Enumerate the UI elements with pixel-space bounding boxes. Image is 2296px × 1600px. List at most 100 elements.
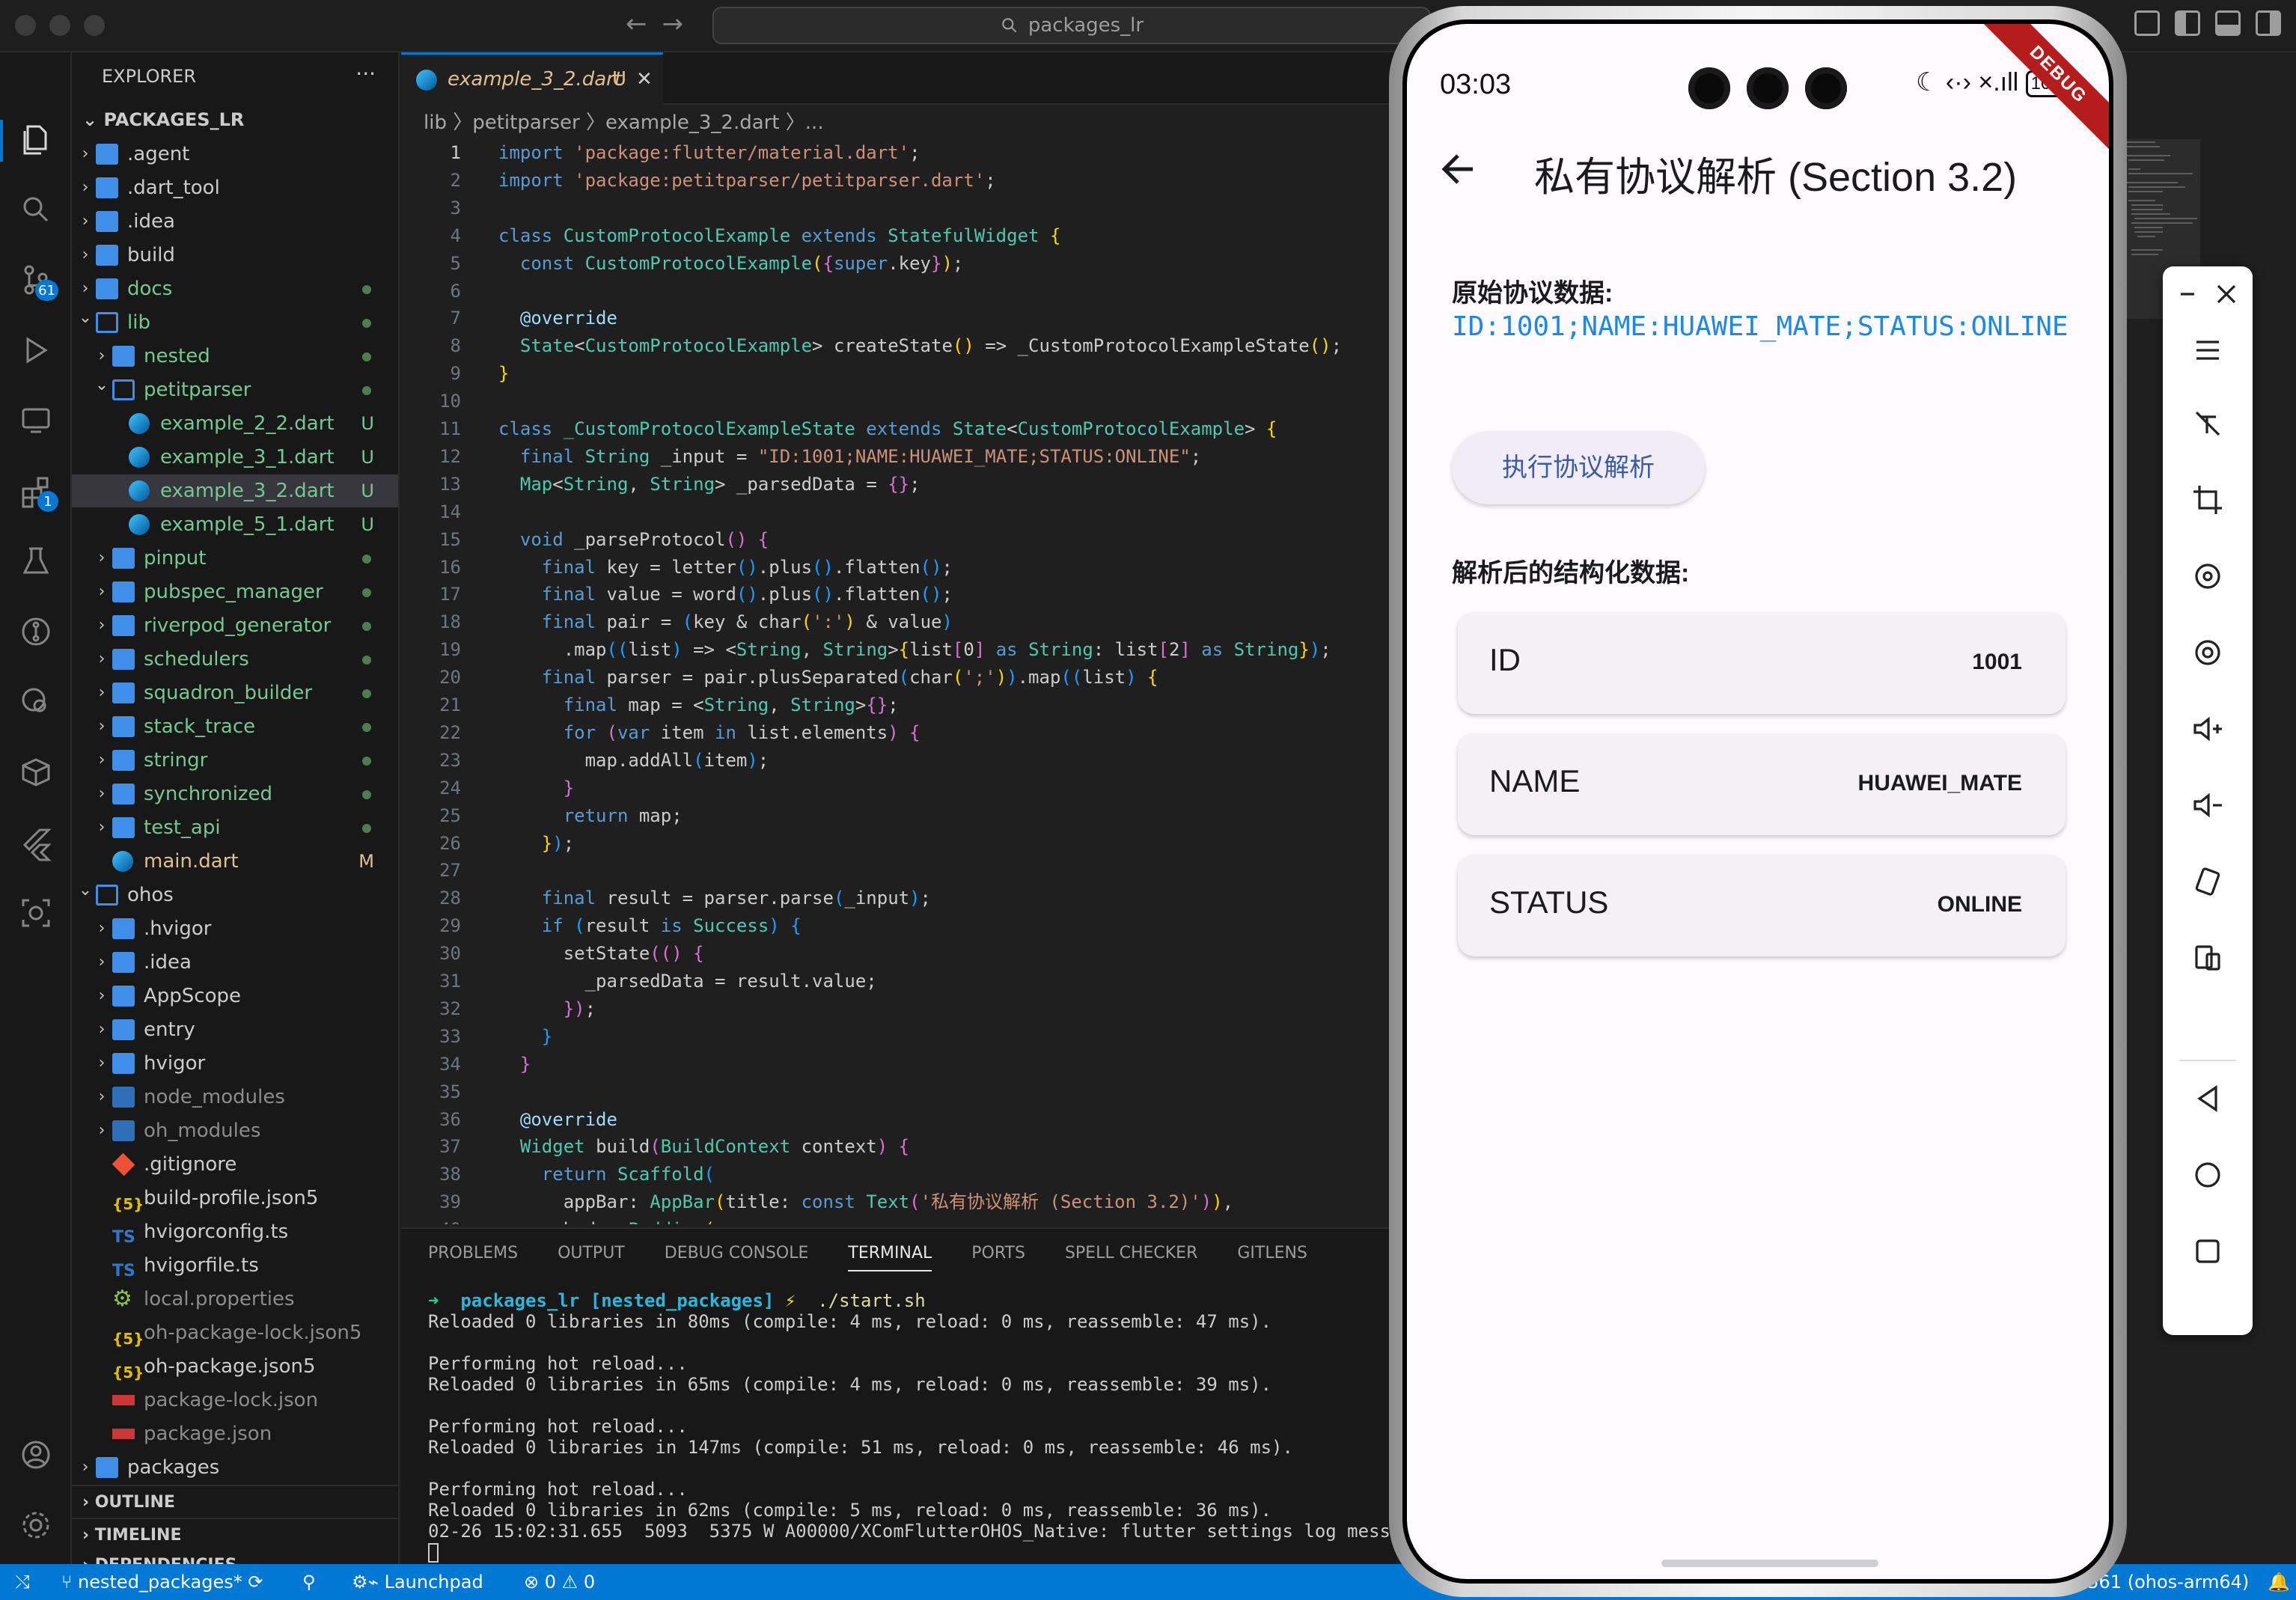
tree-item[interactable]: › stringr [72,744,398,777]
tree-item[interactable]: › riverpod_generator [72,609,398,642]
search-activity-icon[interactable] [15,189,57,230]
data-row-card[interactable]: ID 1001 [1458,612,2066,714]
code-line[interactable]: 18 final pair = (key & char(':') & value… [401,608,1396,635]
close-window-button[interactable] [15,15,36,36]
tab-terminal[interactable]: TERMINAL [848,1244,932,1271]
code-line[interactable]: 31 _parsedData = result.value; [401,968,1396,995]
tree-item[interactable]: ⌄ ohos [72,879,398,912]
tree-item[interactable]: package-lock.json [72,1384,398,1417]
explorer-more-button[interactable]: ··· [355,61,376,86]
run-debug-icon[interactable] [15,329,57,371]
code-line[interactable]: 20 final parser = pair.plusSeparated(cha… [401,664,1396,691]
rotate-icon[interactable] [2185,554,2230,599]
tree-item[interactable]: › pubspec_manager [72,575,398,608]
code-line[interactable]: 9} [401,360,1396,387]
tree-item[interactable]: ⌄ petitparser [72,373,398,406]
code-line[interactable]: 6 [401,278,1396,305]
tree-item[interactable]: example_3_2.dart U [72,474,398,507]
tree-item[interactable]: › entry [72,1013,398,1046]
data-row-card[interactable]: STATUS ONLINE [1458,855,2066,956]
code-line[interactable]: 16 final key = letter().plus().flatten()… [401,554,1396,581]
code-line[interactable]: 13 Map<String, String> _parsedData = {}; [401,471,1396,498]
tree-item[interactable]: › build [72,239,398,272]
tree-item[interactable]: › packages [72,1451,398,1484]
tree-item[interactable]: › nested [72,340,398,373]
record-icon[interactable] [2185,630,2230,675]
tree-item[interactable]: › schedulers [72,643,398,676]
crop-screenshot-icon[interactable] [2185,477,2230,522]
code-editor[interactable]: 1 import 'package:flutter/material.dart';… [401,139,1396,1224]
code-line[interactable]: 33 } [401,1023,1396,1050]
code-line[interactable]: 12 final String _input = "ID:1001;NAME:H… [401,443,1396,470]
package-box-icon[interactable] [15,751,57,793]
launchpad-status[interactable]: ⚙⌁ Launchpad [352,1564,483,1600]
toggle-sidebar-icon[interactable] [2175,10,2200,36]
tree-item[interactable]: example_2_2.dart U [72,407,398,440]
tree-item[interactable]: › .dart_tool [72,171,398,204]
code-line[interactable]: 39 appBar: AppBar(title: const Text('私有协… [401,1188,1396,1215]
tree-item[interactable]: package.json [72,1417,398,1450]
tree-item[interactable]: › .hvigor [72,912,398,945]
touch-off-icon[interactable] [2185,401,2230,446]
code-line[interactable]: 19 .map((list) => <String, String>{list[… [401,636,1396,663]
back-nav-icon[interactable] [2185,1076,2230,1121]
notifications-bell-icon[interactable]: 🔔 [2268,1564,2290,1600]
code-line[interactable]: 3 [401,195,1396,222]
code-line[interactable]: 27 [401,857,1396,884]
tab-problems[interactable]: PROBLEMS [428,1244,518,1270]
tree-item[interactable]: › .idea [72,205,398,238]
tab-example-3-2[interactable]: example_3_2.dart U ✕ [401,52,663,105]
back-arrow-icon[interactable]: ← [626,9,662,39]
source-control-icon[interactable]: 61 [15,259,58,301]
recents-nav-icon[interactable] [2185,1229,2230,1274]
code-line[interactable]: 7 @override [401,305,1396,332]
customize-layout-icon[interactable] [2134,10,2160,36]
command-center-search[interactable]: packages_lr [712,7,1431,44]
close-emulator-icon[interactable] [2208,275,2245,313]
tab-output[interactable]: OUTPUT [558,1244,625,1270]
tree-item[interactable]: › .idea [72,946,398,979]
tree-item[interactable]: main.dart M [72,845,398,878]
flutter-icon[interactable] [15,822,57,864]
tree-item[interactable]: TS hvigorfile.ts [72,1249,398,1282]
volume-down-icon[interactable] [2185,783,2230,828]
fold-device-icon[interactable] [2185,935,2230,980]
tree-item[interactable]: › AppScope [72,980,398,1013]
code-line[interactable]: 35 [401,1078,1396,1105]
code-line[interactable]: 1 import 'package:flutter/material.dart'; [401,139,1396,166]
code-line[interactable]: 10 [401,388,1396,415]
code-line[interactable]: 17 final value = word().plus().flatten()… [401,581,1396,608]
gitlens-icon[interactable] [15,611,57,653]
code-line[interactable]: 30 setState(() { [401,940,1396,967]
tree-item[interactable]: › test_api [72,811,398,844]
gitlens-inspect-icon[interactable] [15,681,57,723]
home-nav-icon[interactable] [2185,1152,2230,1197]
extensions-icon[interactable]: 1 [15,470,58,512]
code-line[interactable]: 5 const CustomProtocolExample({super.key… [401,250,1396,277]
code-line[interactable]: 8 State<CustomProtocolExample> createSta… [401,332,1396,359]
volume-up-icon[interactable] [2185,706,2230,751]
timeline-section[interactable]: › TIMELINE [72,1518,398,1551]
tree-item[interactable]: › squadron_builder [72,677,398,709]
tab-debug-console[interactable]: DEBUG CONSOLE [665,1244,809,1270]
minimize-window-button[interactable] [49,15,70,36]
explorer-files-icon[interactable] [15,118,57,160]
tree-item[interactable]: › node_modules [72,1081,398,1114]
outline-section[interactable]: › OUTLINE [72,1485,398,1518]
terminal-output[interactable]: ➜ packages_lr [nested_packages] ⚡ ./star… [428,1290,1423,1567]
code-line[interactable]: 37 Widget build(BuildContext context) { [401,1133,1396,1160]
close-tab-icon[interactable]: ✕ [636,55,653,104]
project-root-header[interactable]: ⌄ PACKAGES_LR [82,109,244,130]
minimize-emulator-icon[interactable] [2169,275,2206,313]
tab-spell-checker[interactable]: SPELL CHECKER [1065,1244,1197,1270]
maximize-window-button[interactable] [84,15,105,36]
tree-item[interactable]: ⚙ local.properties [72,1283,398,1316]
code-line[interactable]: 36 @override [401,1106,1396,1133]
tree-item[interactable]: › .agent [72,138,398,171]
dependencies-section[interactable]: › DEPENDENCIES [72,1549,398,1564]
code-line[interactable]: 29 if (result is Success) { [401,912,1396,939]
tree-item[interactable]: › hvigor [72,1047,398,1080]
publish-icon[interactable]: ⚲ [302,1564,316,1600]
scan-inspect-icon[interactable] [15,892,57,934]
tree-item[interactable]: › oh_modules [72,1114,398,1147]
